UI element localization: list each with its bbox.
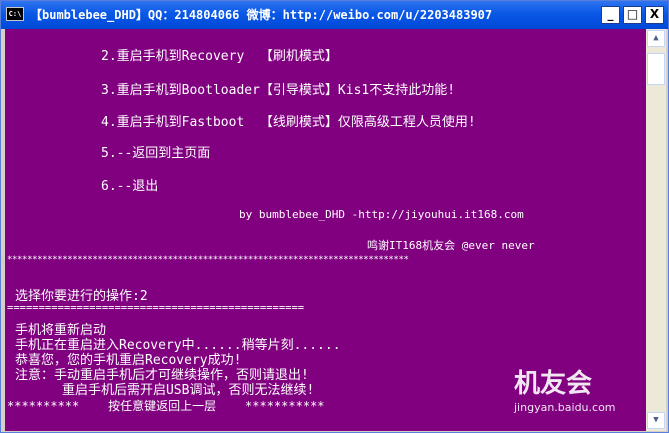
console-app-icon[interactable]: C:\ (6, 7, 24, 21)
window-title: 【bumblebee_DHD】QQ：214804066 微博：http://we… (30, 8, 493, 22)
watermark-brand: 机友会 (514, 369, 593, 399)
menu-item-recovery: 2.重启手机到Recovery 【刷机模式】 (101, 49, 338, 64)
star-divider: ****************************************… (7, 255, 409, 265)
watermark-url: jingyan.baidu.com (514, 401, 616, 414)
footer-line: ********** 按任意键返回上一层 *********** (7, 399, 325, 413)
message-line: 重启手机后需开启USB调试，否则无法继续! (15, 383, 315, 398)
scroll-up-button[interactable]: ▲ (647, 30, 665, 47)
maximize-button[interactable]: □ (623, 6, 642, 24)
credit-line: by bumblebee_DHD -http://jiyouhui.it168.… (239, 208, 524, 221)
equals-divider: ========================================… (7, 302, 305, 314)
menu-item-bootloader: 3.重启手机到Bootloader【引导模式】Kis1不支持此功能! (101, 83, 456, 98)
close-button[interactable]: X (645, 6, 664, 24)
minimize-button[interactable]: _ (601, 6, 620, 24)
menu-item-fastboot: 4.重启手机到Fastboot 【线刷模式】仅限高级工程人员使用! (101, 115, 476, 130)
title-bar[interactable]: C:\ 【bumblebee_DHD】QQ：214804066 微博：http:… (1, 1, 668, 29)
scroll-thumb[interactable] (647, 53, 665, 85)
menu-item-main-page: 5.--返回到主页面 (101, 146, 211, 161)
thanks-line: 鸣谢IT168机友会 @ever never (367, 239, 535, 252)
menu-item-exit: 6.--退出 (101, 179, 159, 194)
watermark: 机友会 jingyan.baidu.com (514, 363, 654, 423)
console-window: C:\ 【bumblebee_DHD】QQ：214804066 微博：http:… (0, 0, 669, 433)
